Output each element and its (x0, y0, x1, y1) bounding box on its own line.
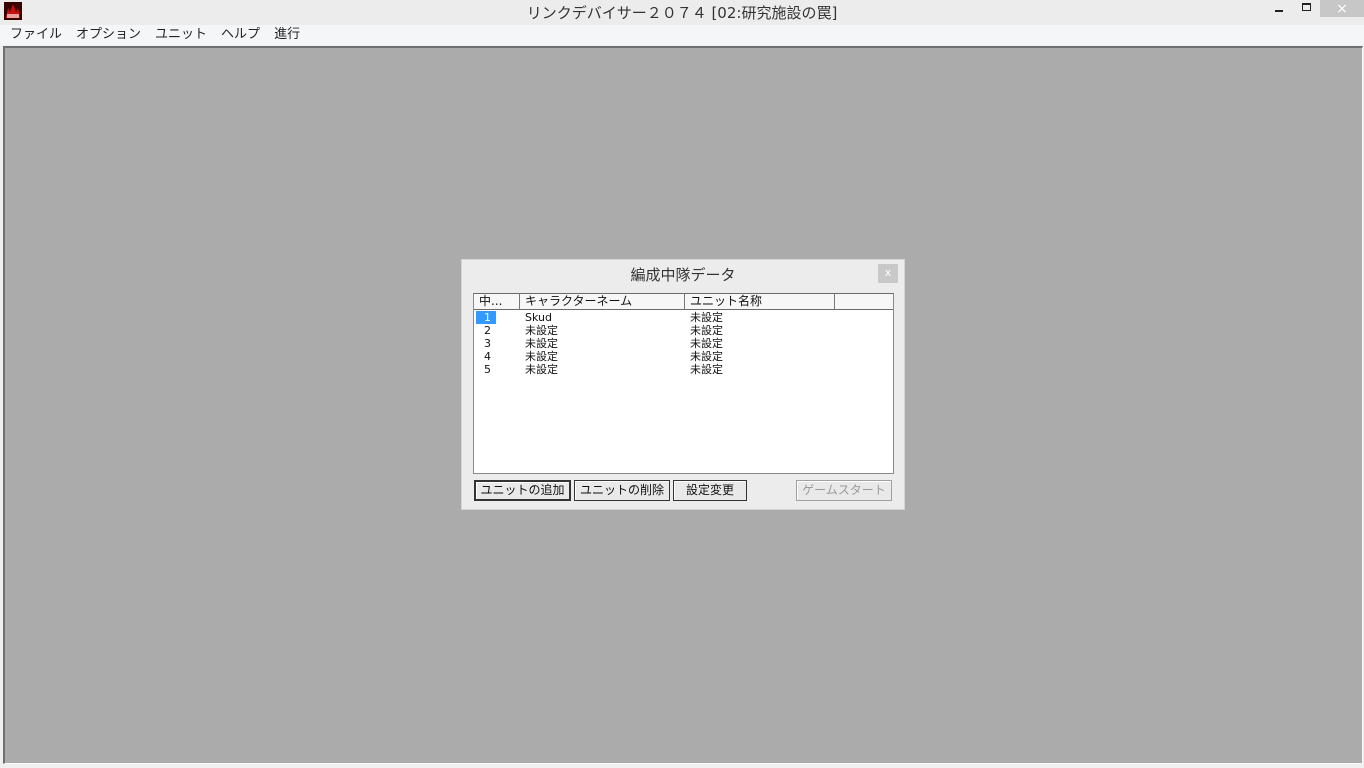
row-number: 3 (474, 337, 520, 350)
row-number: 4 (474, 350, 520, 363)
row-unit-name: 未設定 (690, 311, 723, 324)
row-number: 2 (474, 324, 520, 337)
dialog-close-button[interactable]: x (878, 264, 898, 283)
minimize-icon (1275, 10, 1283, 12)
column-header-unit-name[interactable]: ユニット名称 (685, 294, 835, 310)
row-character-name: 未設定 (525, 350, 558, 363)
game-start-button[interactable]: ゲームスタート (796, 480, 892, 501)
column-header-empty[interactable] (835, 294, 893, 310)
row-character-name: Skud (525, 311, 552, 324)
row-number-value: 2 (484, 324, 491, 337)
row-character-name: 未設定 (525, 324, 558, 337)
menu-progress[interactable]: 進行 (267, 25, 307, 45)
minimize-button[interactable] (1264, 0, 1294, 18)
change-settings-button[interactable]: 設定変更 (673, 480, 747, 501)
close-icon: × (1336, 0, 1348, 17)
row-character-name: 未設定 (525, 337, 558, 350)
row-number-value: 1 (476, 311, 496, 324)
window-title: リンクデバイサー２０７４ [02:研究施設の罠] (526, 4, 838, 22)
column-header-character-name[interactable]: キャラクターネーム (520, 294, 685, 310)
row-number: 5 (474, 363, 520, 376)
list-row[interactable]: 1 Skud 未設定 (474, 311, 893, 324)
menu-bar: ファイル オプション ユニット ヘルプ 進行 (0, 25, 1364, 45)
row-character-name: 未設定 (525, 363, 558, 376)
menu-help[interactable]: ヘルプ (214, 25, 267, 45)
row-unit-name: 未設定 (690, 363, 723, 376)
add-unit-button[interactable]: ユニットの追加 (474, 480, 571, 501)
main-window: リンクデバイサー２０７４ [02:研究施設の罠] × ファイル オプション ユニ… (0, 0, 1364, 768)
delete-unit-button[interactable]: ユニットの削除 (574, 480, 670, 501)
list-row[interactable]: 4 未設定 未設定 (474, 350, 893, 363)
menu-options[interactable]: オプション (69, 25, 148, 45)
maximize-icon (1301, 3, 1311, 11)
maximize-button[interactable] (1292, 0, 1320, 18)
squad-data-dialog: 編成中隊データ x 中... キャラクターネーム ユニット名称 1 Skud 未… (461, 259, 905, 510)
menu-unit[interactable]: ユニット (148, 25, 214, 45)
list-rows: 1 Skud 未設定 2 未設定 未設定 3 未設定 未設定 4 未設定 未設定… (474, 311, 893, 376)
list-row[interactable]: 2 未設定 未設定 (474, 324, 893, 337)
menu-file[interactable]: ファイル (3, 25, 69, 45)
row-number: 1 (474, 311, 520, 324)
title-bar[interactable]: リンクデバイサー２０７４ [02:研究施設の罠] × (0, 0, 1364, 25)
list-header: 中... キャラクターネーム ユニット名称 (474, 294, 893, 310)
dialog-title: 編成中隊データ (630, 266, 736, 284)
list-row[interactable]: 5 未設定 未設定 (474, 363, 893, 376)
row-number-value: 3 (484, 337, 491, 350)
list-row[interactable]: 3 未設定 未設定 (474, 337, 893, 350)
column-header-number[interactable]: 中... (474, 294, 520, 310)
row-unit-name: 未設定 (690, 350, 723, 363)
close-button[interactable]: × (1320, 0, 1364, 17)
unit-list[interactable]: 中... キャラクターネーム ユニット名称 1 Skud 未設定 2 未設定 未… (473, 293, 894, 474)
row-unit-name: 未設定 (690, 324, 723, 337)
row-unit-name: 未設定 (690, 337, 723, 350)
row-number-value: 4 (484, 350, 491, 363)
row-number-value: 5 (484, 363, 491, 376)
